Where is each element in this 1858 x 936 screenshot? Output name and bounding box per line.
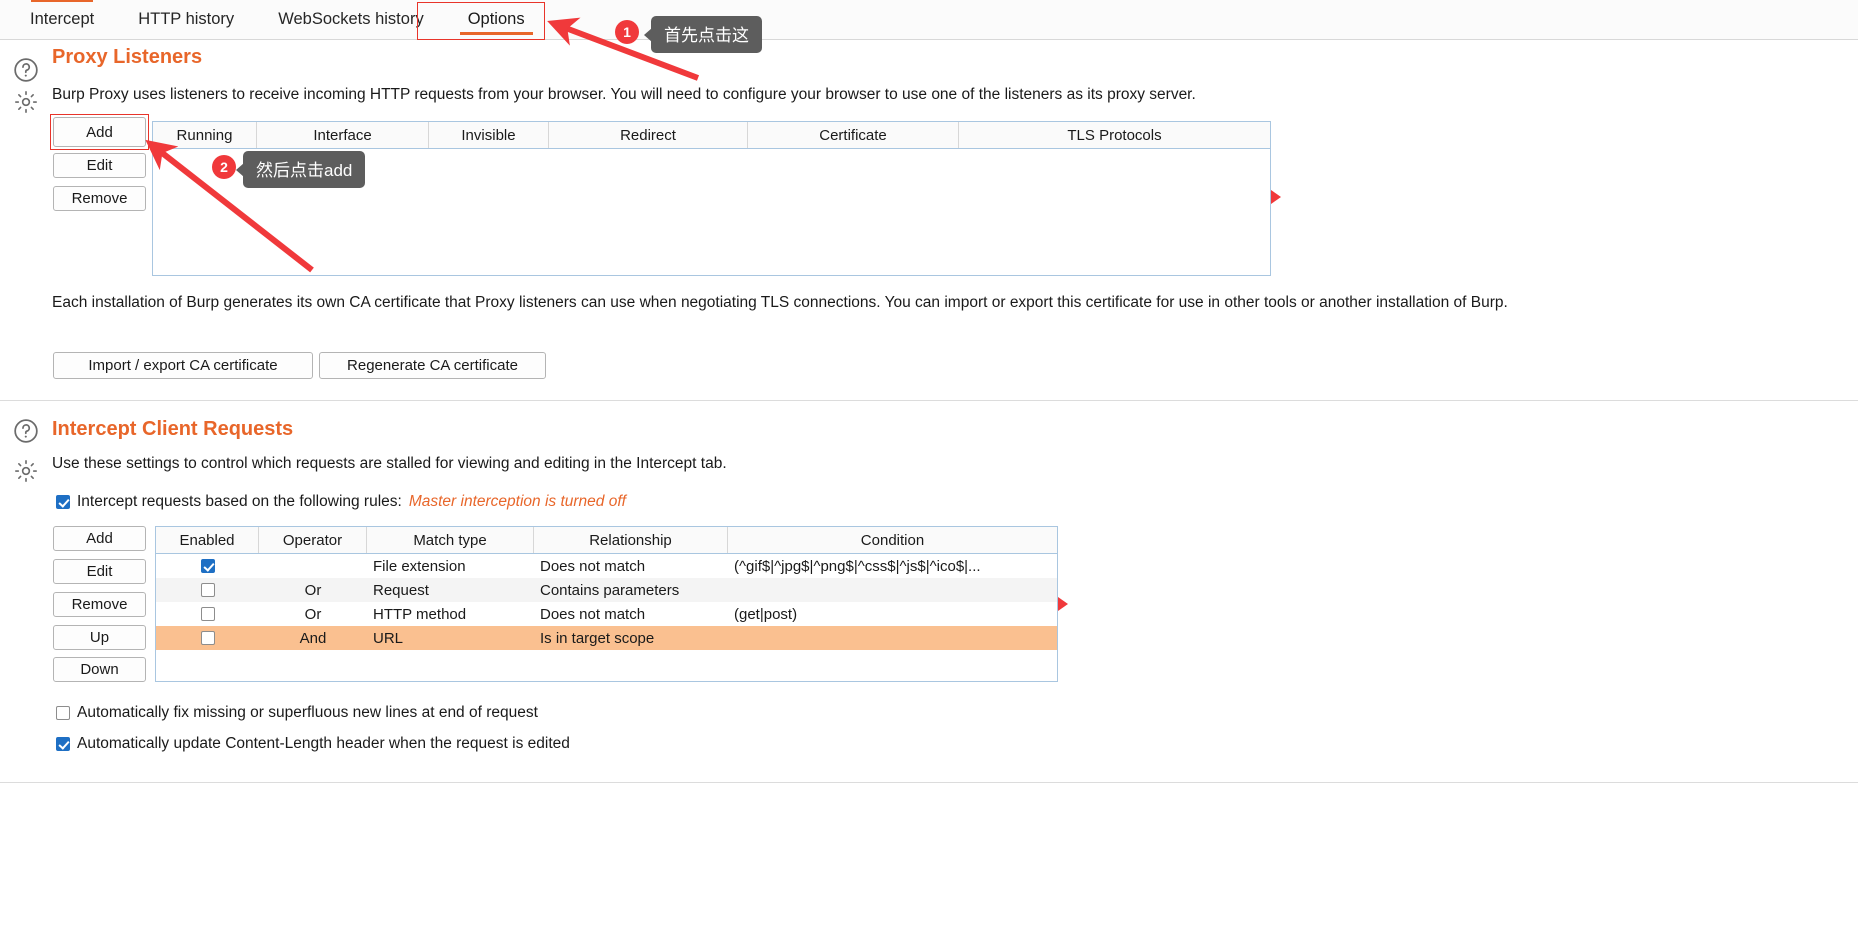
row-match-type: HTTP method bbox=[367, 602, 534, 626]
help-icon-intercept[interactable] bbox=[13, 418, 39, 444]
auto-update-content-length-checkbox[interactable] bbox=[56, 737, 70, 751]
row-match-type: Request bbox=[367, 578, 534, 602]
auto-fix-newlines-checkbox-row[interactable]: Automatically fix missing or superfluous… bbox=[56, 704, 538, 722]
row-match-type: URL bbox=[367, 626, 534, 650]
column-interface[interactable]: Interface bbox=[257, 122, 429, 148]
column-redirect[interactable]: Redirect bbox=[549, 122, 748, 148]
table-row-selected[interactable]: And URL Is in target scope bbox=[156, 626, 1057, 650]
intercept-client-requests-title: Intercept Client Requests bbox=[52, 418, 293, 441]
proxy-tab-bar: Intercept HTTP history WebSockets histor… bbox=[0, 0, 1858, 40]
listener-edit-button[interactable]: Edit bbox=[53, 153, 146, 178]
row-enabled-checkbox[interactable] bbox=[201, 631, 215, 645]
row-enabled-cell[interactable] bbox=[156, 554, 259, 578]
tab-options[interactable]: Options bbox=[446, 0, 547, 39]
row-match-type: File extension bbox=[367, 554, 534, 578]
gear-icon-intercept[interactable] bbox=[13, 458, 39, 484]
ca-certificate-description: Each installation of Burp generates its … bbox=[52, 292, 1572, 314]
row-operator: Or bbox=[259, 578, 367, 602]
proxy-options-screen: Intercept HTTP history WebSockets histor… bbox=[0, 0, 1858, 936]
row-condition: (get|post) bbox=[728, 602, 1057, 626]
rule-up-button[interactable]: Up bbox=[53, 625, 146, 650]
annotation-tooltip-1: 首先点击这 bbox=[651, 16, 762, 53]
rule-edit-button[interactable]: Edit bbox=[53, 559, 146, 584]
import-export-ca-certificate-button[interactable]: Import / export CA certificate bbox=[53, 352, 313, 379]
tab-label: WebSockets history bbox=[278, 10, 424, 29]
row-enabled-cell[interactable] bbox=[156, 602, 259, 626]
help-icon[interactable] bbox=[13, 57, 39, 83]
rule-add-button[interactable]: Add bbox=[53, 526, 146, 551]
proxy-listeners-description: Burp Proxy uses listeners to receive inc… bbox=[52, 84, 1852, 106]
intercept-rules-label: Intercept requests based on the followin… bbox=[77, 493, 402, 511]
row-enabled-checkbox[interactable] bbox=[201, 607, 215, 621]
annotation-badge-1: 1 bbox=[615, 20, 639, 44]
column-operator[interactable]: Operator bbox=[259, 527, 367, 553]
intercept-rules-table[interactable]: Enabled Operator Match type Relationship… bbox=[155, 526, 1058, 682]
column-running[interactable]: Running bbox=[153, 122, 257, 148]
annotation-tooltip-2: 然后点击add bbox=[243, 151, 365, 188]
tab-label: HTTP history bbox=[138, 10, 234, 29]
row-enabled-cell[interactable] bbox=[156, 578, 259, 602]
column-match-type[interactable]: Match type bbox=[367, 527, 534, 553]
row-operator: Or bbox=[259, 602, 367, 626]
section-divider bbox=[0, 400, 1858, 401]
listener-add-button[interactable]: Add bbox=[53, 117, 146, 147]
column-invisible[interactable]: Invisible bbox=[429, 122, 549, 148]
bottom-divider bbox=[0, 782, 1858, 783]
table-row[interactable]: Or HTTP method Does not match (get|post) bbox=[156, 602, 1057, 626]
tab-intercept[interactable]: Intercept bbox=[8, 0, 116, 39]
tab-websockets-history[interactable]: WebSockets history bbox=[256, 0, 446, 39]
annotation-badge-2: 2 bbox=[212, 155, 236, 179]
master-interception-status: Master interception is turned off bbox=[409, 493, 626, 511]
row-condition: (^gif$|^jpg$|^png$|^css$|^js$|^ico$|... bbox=[728, 554, 1057, 578]
auto-update-content-length-label: Automatically update Content-Length head… bbox=[77, 735, 570, 753]
gear-icon[interactable] bbox=[13, 89, 39, 115]
row-enabled-cell[interactable] bbox=[156, 626, 259, 650]
tab-http-history[interactable]: HTTP history bbox=[116, 0, 256, 39]
row-condition bbox=[728, 578, 1057, 602]
rules-table-scroll-marker bbox=[1058, 597, 1068, 611]
listener-remove-button[interactable]: Remove bbox=[53, 186, 146, 211]
auto-update-content-length-checkbox-row[interactable]: Automatically update Content-Length head… bbox=[56, 735, 570, 753]
table-row[interactable]: File extension Does not match (^gif$|^jp… bbox=[156, 554, 1057, 578]
row-relationship: Does not match bbox=[534, 554, 728, 578]
intercept-rules-checkbox[interactable] bbox=[56, 495, 70, 509]
row-enabled-checkbox[interactable] bbox=[201, 583, 215, 597]
table-row[interactable]: Or Request Contains parameters bbox=[156, 578, 1057, 602]
column-enabled[interactable]: Enabled bbox=[156, 527, 259, 553]
row-relationship: Contains parameters bbox=[534, 578, 728, 602]
row-operator: And bbox=[259, 626, 367, 650]
column-condition[interactable]: Condition bbox=[728, 527, 1057, 553]
regenerate-ca-certificate-button[interactable]: Regenerate CA certificate bbox=[319, 352, 546, 379]
intercept-rules-master-checkbox-row[interactable]: Intercept requests based on the followin… bbox=[56, 493, 626, 511]
row-relationship: Is in target scope bbox=[534, 626, 728, 650]
table-header-row: Running Interface Invisible Redirect Cer… bbox=[153, 122, 1270, 149]
rule-down-button[interactable]: Down bbox=[53, 657, 146, 682]
rule-remove-button[interactable]: Remove bbox=[53, 592, 146, 617]
intercept-description: Use these settings to control which requ… bbox=[52, 453, 1552, 475]
tab-label: Intercept bbox=[30, 10, 94, 29]
table-header-row: Enabled Operator Match type Relationship… bbox=[156, 527, 1057, 554]
row-relationship: Does not match bbox=[534, 602, 728, 626]
column-tls-protocols[interactable]: TLS Protocols bbox=[959, 122, 1270, 148]
row-operator bbox=[259, 554, 367, 578]
column-certificate[interactable]: Certificate bbox=[748, 122, 959, 148]
tab-label: Options bbox=[468, 10, 525, 29]
auto-fix-newlines-label: Automatically fix missing or superfluous… bbox=[77, 704, 538, 722]
listener-table-scroll-marker bbox=[1271, 190, 1281, 204]
proxy-listeners-table[interactable]: Running Interface Invisible Redirect Cer… bbox=[152, 121, 1271, 276]
auto-fix-newlines-checkbox[interactable] bbox=[56, 706, 70, 720]
row-condition bbox=[728, 626, 1057, 650]
proxy-listeners-title: Proxy Listeners bbox=[52, 46, 202, 69]
column-relationship[interactable]: Relationship bbox=[534, 527, 728, 553]
row-enabled-checkbox[interactable] bbox=[201, 559, 215, 573]
